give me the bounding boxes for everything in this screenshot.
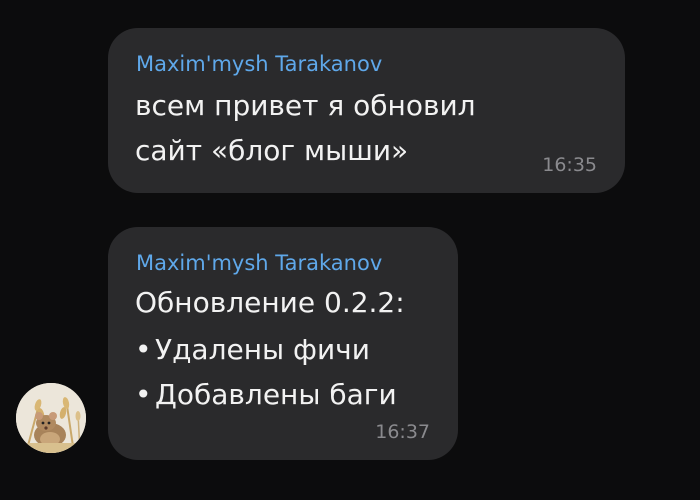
- list-item: • Добавлены баги: [135, 375, 397, 415]
- sender-name[interactable]: Maxim'mysh Tarakanov: [136, 50, 382, 78]
- message-timestamp: 16:37: [375, 421, 430, 443]
- chat-view: Maxim'mysh Tarakanov всем привет я обнов…: [0, 0, 700, 500]
- bullet-point: •: [135, 378, 152, 411]
- message-title: Обновление 0.2.2:: [135, 286, 405, 319]
- message-timestamp: 16:35: [542, 154, 597, 176]
- avatar[interactable]: [16, 383, 86, 453]
- mouse-in-wheat-avatar-icon: [16, 383, 86, 453]
- message-text-line: сайт «блог мыши»: [135, 134, 409, 167]
- list-item: • Удалены фичи: [135, 330, 370, 370]
- bullet-point: •: [135, 333, 152, 366]
- list-item-text: Добавлены баги: [155, 378, 397, 411]
- list-item-text: Удалены фичи: [155, 333, 370, 366]
- message-bubble[interactable]: Maxim'mysh Tarakanov всем привет я обнов…: [108, 28, 625, 193]
- message-text-line: всем привет я обновил: [135, 89, 476, 122]
- sender-name[interactable]: Maxim'mysh Tarakanov: [136, 249, 382, 277]
- message-bubble[interactable]: Maxim'mysh Tarakanov Обновление 0.2.2: •…: [108, 227, 458, 460]
